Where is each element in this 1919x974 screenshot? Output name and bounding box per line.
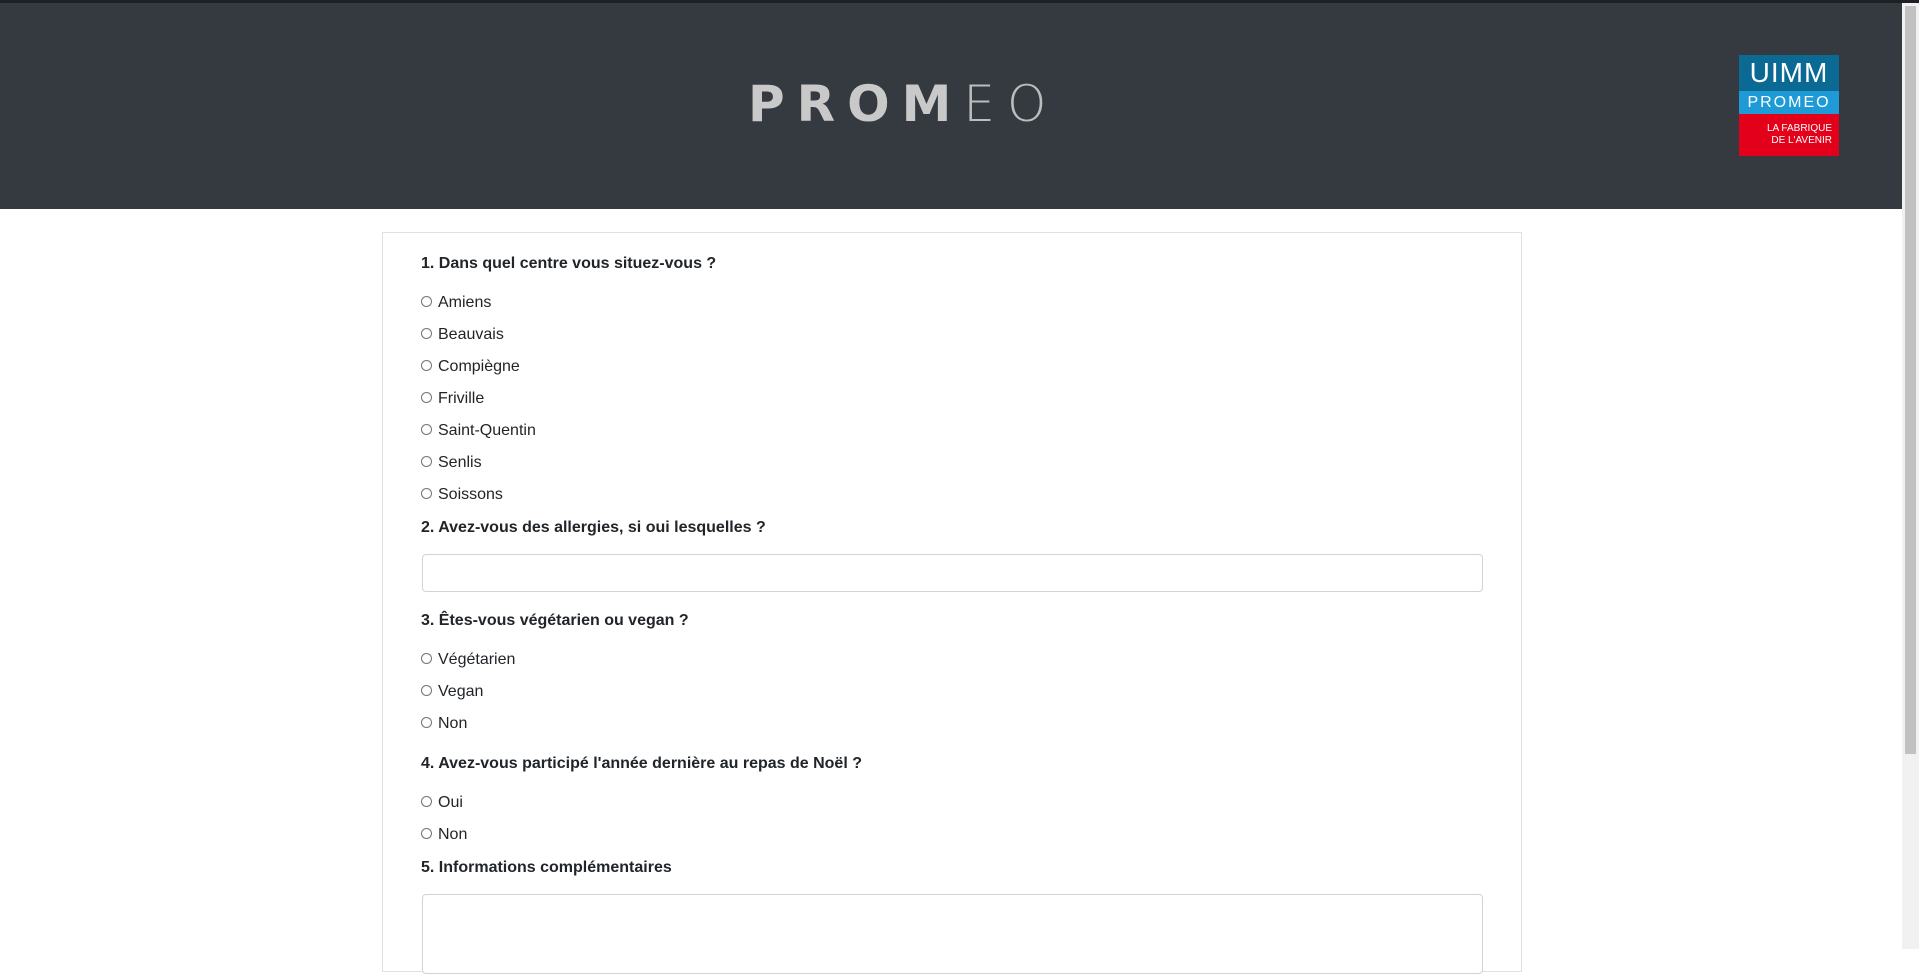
option-label: Compiègne	[438, 358, 520, 375]
promeo-brand-logo: PROMEO	[748, 79, 1058, 129]
q1-option-friville[interactable]: Friville	[421, 388, 484, 410]
question-1-label: 1. Dans quel centre vous situez-vous ?	[421, 255, 717, 272]
radio-icon[interactable]	[421, 827, 432, 839]
option-label: Friville	[438, 390, 485, 407]
radio-icon[interactable]	[421, 652, 432, 664]
q3-option-vegan[interactable]: Vegan	[421, 681, 483, 703]
radio-icon[interactable]	[421, 327, 432, 339]
logo-bottom-text: LA FABRIQUE DE L'AVENIR	[1739, 114, 1839, 156]
brand-bold-text: PROM	[748, 75, 964, 133]
radio-icon[interactable]	[421, 716, 432, 728]
option-label: Soissons	[438, 486, 503, 503]
q1-option-saint-quentin[interactable]: Saint-Quentin	[421, 420, 536, 442]
option-label: Oui	[438, 794, 463, 811]
radio-icon[interactable]	[421, 795, 432, 807]
logo-mid-text: PROMEO	[1739, 91, 1839, 114]
radio-icon[interactable]	[421, 487, 432, 499]
option-label: Non	[438, 715, 468, 732]
uimm-promeo-logo: UIMM PROMEO LA FABRIQUE DE L'AVENIR	[1739, 55, 1839, 156]
option-label: Vegan	[438, 683, 484, 700]
radio-icon[interactable]	[421, 391, 432, 403]
q4-option-oui[interactable]: Oui	[421, 792, 463, 814]
radio-icon[interactable]	[421, 455, 432, 467]
question-2-label: 2. Avez-vous des allergies, si oui lesqu…	[421, 519, 766, 536]
option-label: Beauvais	[438, 326, 504, 343]
q1-option-beauvais[interactable]: Beauvais	[421, 324, 504, 346]
brand-light-text: EO	[963, 75, 1059, 133]
q4-option-non[interactable]: Non	[421, 824, 467, 846]
logo-tagline-line1: LA FABRIQUE	[1766, 123, 1832, 134]
q3-option-non[interactable]: Non	[421, 713, 467, 735]
radio-icon[interactable]	[421, 684, 432, 696]
allergies-input[interactable]	[422, 554, 1483, 592]
question-5-label: 5. Informations complémentaires	[421, 859, 672, 876]
radio-icon[interactable]	[421, 359, 432, 371]
question-3-label: 3. Êtes-vous végétarien ou vegan ?	[421, 612, 689, 629]
radio-icon[interactable]	[421, 295, 432, 307]
scrollbar-thumb[interactable]	[1905, 6, 1916, 754]
radio-icon[interactable]	[421, 423, 432, 435]
q3-option-vegetarien[interactable]: Végétarien	[421, 649, 515, 671]
q1-option-amiens[interactable]: Amiens	[421, 292, 491, 314]
additional-info-textarea[interactable]	[422, 894, 1483, 974]
question-4-label: 4. Avez-vous participé l'année dernière …	[421, 755, 862, 772]
q1-option-compiegne[interactable]: Compiègne	[421, 356, 520, 378]
option-label: Végétarien	[438, 651, 516, 668]
option-label: Saint-Quentin	[438, 422, 536, 439]
q1-option-senlis[interactable]: Senlis	[421, 452, 482, 474]
option-label: Senlis	[438, 454, 482, 471]
q1-option-soissons[interactable]: Soissons	[421, 484, 503, 506]
option-label: Amiens	[438, 294, 492, 311]
logo-tagline-line2: DE L'AVENIR	[1771, 135, 1832, 146]
option-label: Non	[438, 826, 468, 843]
logo-top-text: UIMM	[1739, 55, 1839, 91]
